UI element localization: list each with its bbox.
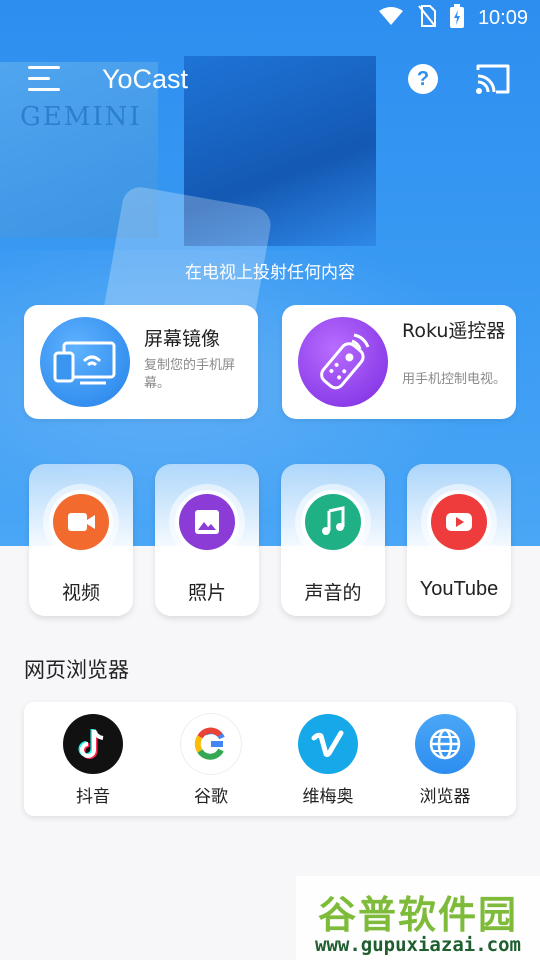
photo-tile[interactable]: 照片 bbox=[155, 464, 259, 616]
video-label: 视频 bbox=[61, 582, 100, 604]
vimeo-label: 维梅奥 bbox=[302, 787, 354, 807]
screen-mirror-title: 屏幕镜像 bbox=[144, 328, 221, 350]
roku-remote-card[interactable]: Roku遥控器 用手机控制电视。 bbox=[282, 305, 516, 419]
wifi-icon bbox=[378, 6, 404, 30]
no-sim-icon bbox=[418, 5, 436, 31]
browser-label: 浏览器 bbox=[419, 787, 471, 807]
web-browser-card: 抖音 谷歌 维梅奥 浏览器 bbox=[24, 702, 516, 816]
video-icon bbox=[53, 494, 109, 550]
menu-button[interactable] bbox=[28, 66, 60, 92]
google-item[interactable]: 谷歌 bbox=[171, 714, 251, 810]
photo-label: 照片 bbox=[187, 582, 226, 604]
google-icon bbox=[181, 714, 241, 774]
app-title: YoCast bbox=[102, 64, 189, 94]
browser-item[interactable]: 浏览器 bbox=[405, 714, 485, 810]
google-label: 谷歌 bbox=[194, 787, 228, 807]
roku-remote-subtitle: 用手机控制电视。 bbox=[402, 372, 507, 387]
roku-remote-title: Roku遥控器 bbox=[402, 320, 506, 342]
battery-charging-icon bbox=[449, 4, 464, 32]
watermark-name: 谷普软件园 bbox=[317, 893, 518, 937]
menu-icon-line bbox=[28, 88, 60, 91]
photo-icon bbox=[179, 494, 235, 550]
video-tile[interactable]: 视频 bbox=[29, 464, 133, 616]
audio-tile[interactable]: 声音的 bbox=[281, 464, 385, 616]
web-browser-section-title: 网页浏览器 bbox=[24, 658, 129, 682]
roku-remote-icon bbox=[298, 317, 388, 407]
app-bar: YoCast ? bbox=[0, 52, 540, 108]
tiktok-icon bbox=[63, 714, 123, 774]
tiktok-item[interactable]: 抖音 bbox=[53, 714, 133, 810]
youtube-tile[interactable]: YouTube bbox=[407, 464, 511, 616]
cast-button[interactable] bbox=[474, 62, 512, 96]
hero-tagline: 在电视上投射任何内容 bbox=[185, 263, 355, 283]
audio-label: 声音的 bbox=[304, 582, 362, 604]
menu-icon-line bbox=[28, 66, 60, 69]
help-button[interactable]: ? bbox=[408, 64, 438, 94]
globe-icon bbox=[415, 714, 475, 774]
tiktok-label: 抖音 bbox=[76, 787, 110, 807]
screen-mirror-card[interactable]: 屏幕镜像 复制您的手机屏幕。 bbox=[24, 305, 258, 419]
vimeo-icon bbox=[298, 714, 358, 774]
screen-mirror-subtitle: 复制您的手机屏幕。 bbox=[144, 358, 236, 391]
music-note-icon bbox=[305, 494, 361, 550]
cast-icon bbox=[476, 64, 510, 94]
watermark-url: www.gupuxiazai.com bbox=[315, 934, 521, 956]
site-watermark: 谷普软件园 www.gupuxiazai.com bbox=[296, 876, 540, 960]
screen-mirror-icon bbox=[40, 317, 130, 407]
youtube-icon bbox=[431, 494, 487, 550]
clock-time: 10:09 bbox=[477, 6, 528, 29]
youtube-label: YouTube bbox=[419, 578, 499, 600]
vimeo-item[interactable]: 维梅奥 bbox=[288, 714, 368, 810]
menu-icon-line bbox=[28, 77, 50, 80]
status-bar: 10:09 bbox=[0, 0, 540, 36]
